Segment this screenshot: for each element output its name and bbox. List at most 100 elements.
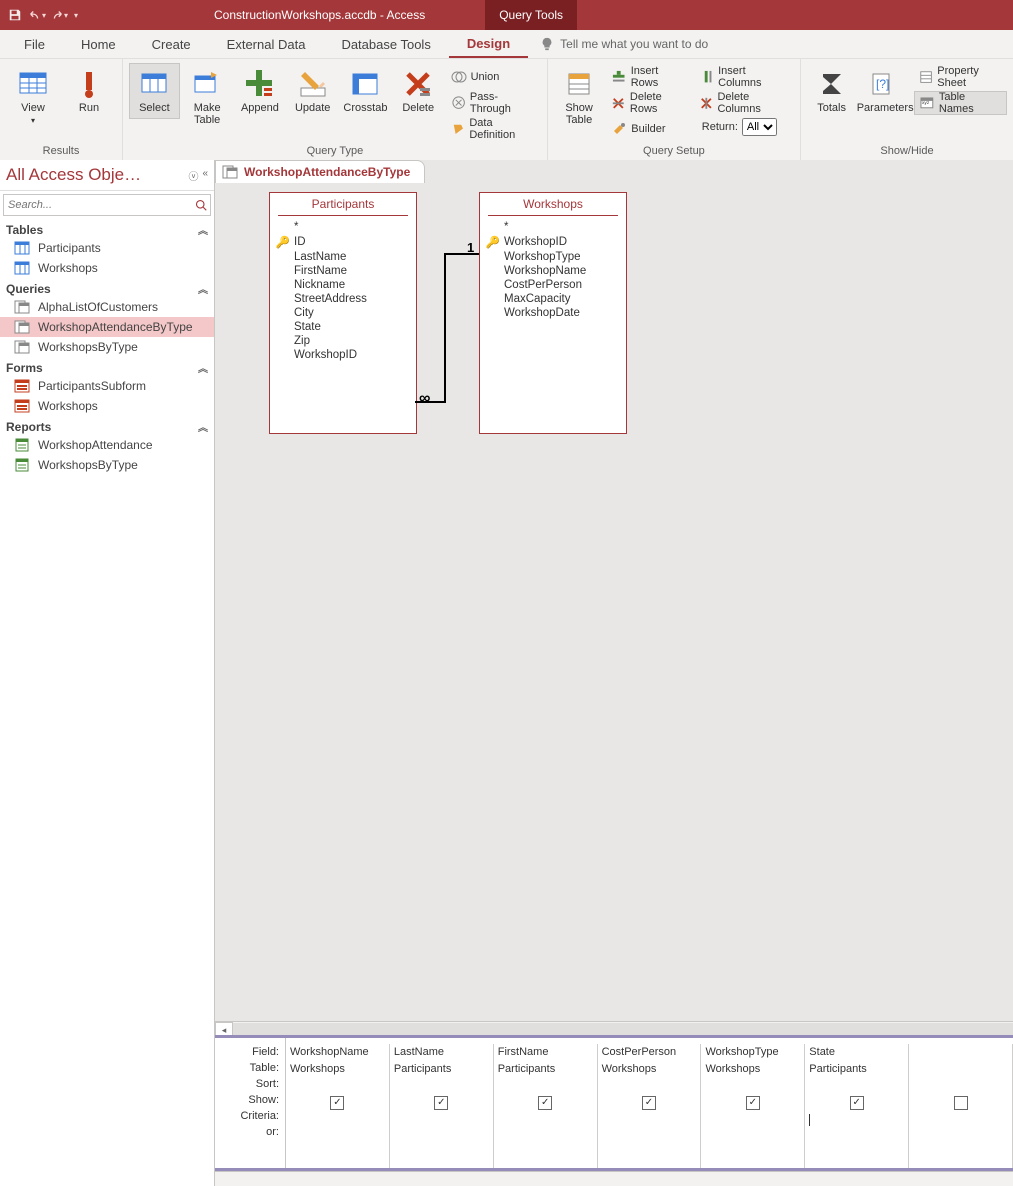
nav-form-participantssubform[interactable]: ParticipantsSubform xyxy=(0,376,214,396)
qbe-show[interactable]: ✓ xyxy=(598,1095,701,1112)
checkbox-checked-icon[interactable]: ✓ xyxy=(746,1096,760,1110)
qbe-col-3[interactable]: CostPerPerson Workshops ✓ xyxy=(598,1044,702,1168)
qbe-criteria[interactable] xyxy=(494,1112,597,1129)
run-button[interactable]: Run xyxy=(62,63,116,119)
save-icon[interactable] xyxy=(6,6,24,24)
field-id[interactable]: 🔑ID xyxy=(278,234,408,250)
qbe-field[interactable]: LastName xyxy=(390,1044,493,1061)
parameters-button[interactable]: [?] Parameters xyxy=(858,63,912,119)
field-star[interactable]: * xyxy=(278,220,408,234)
nav-query-alphalist[interactable]: AlphaListOfCustomers xyxy=(0,297,214,317)
qbe-show[interactable]: ✓ xyxy=(701,1095,804,1112)
field-state[interactable]: State xyxy=(278,320,408,334)
checkbox-checked-icon[interactable]: ✓ xyxy=(330,1096,344,1110)
qbe-col-4[interactable]: WorkshopType Workshops ✓ xyxy=(701,1044,805,1168)
query-design-surface[interactable]: Participants * 🔑ID LastName FirstName Ni… xyxy=(215,182,1013,1186)
table-names-button[interactable]: xyzTable Names xyxy=(914,91,1007,115)
field-zip[interactable]: Zip xyxy=(278,334,408,348)
qbe-table[interactable]: Workshops xyxy=(286,1061,389,1078)
qbe-table[interactable]: Workshops xyxy=(598,1061,701,1078)
qbe-col-0[interactable]: WorkshopName Workshops ✓ xyxy=(286,1044,390,1168)
qbe-field[interactable]: WorkshopName xyxy=(286,1044,389,1061)
builder-button[interactable]: Builder xyxy=(606,117,692,141)
union-button[interactable]: Union xyxy=(446,65,541,89)
qbe-criteria[interactable] xyxy=(598,1112,701,1129)
qbe-criteria[interactable] xyxy=(805,1112,908,1129)
table-box-workshops[interactable]: Workshops * 🔑WorkshopID WorkshopType Wor… xyxy=(479,192,627,434)
checkbox-checked-icon[interactable]: ✓ xyxy=(642,1096,656,1110)
checkbox-checked-icon[interactable]: ✓ xyxy=(538,1096,552,1110)
field-nickname[interactable]: Nickname xyxy=(278,278,408,292)
qbe-table[interactable]: Workshops xyxy=(701,1061,804,1078)
search-input[interactable] xyxy=(4,199,192,211)
qbe-or[interactable] xyxy=(494,1129,597,1146)
qat-customize-icon[interactable]: ▾ xyxy=(74,11,78,20)
qbe-or[interactable] xyxy=(805,1129,908,1146)
qbe-criteria[interactable] xyxy=(286,1112,389,1129)
qbe-table[interactable]: Participants xyxy=(390,1061,493,1078)
tab-design[interactable]: Design xyxy=(449,30,528,58)
document-tab[interactable]: WorkshopAttendanceByType xyxy=(215,160,425,183)
tab-home[interactable]: Home xyxy=(63,30,134,58)
nav-section-reports[interactable]: Reports︽ xyxy=(0,416,214,435)
return-control[interactable]: 10Return: All xyxy=(694,117,794,137)
delete-columns-button[interactable]: Delete Columns xyxy=(694,91,794,115)
qbe-table[interactable]: Participants xyxy=(494,1061,597,1078)
qbe-or[interactable] xyxy=(286,1129,389,1146)
contextual-tab-querytools[interactable]: Query Tools xyxy=(485,0,577,30)
qbe-col-5[interactable]: State Participants ✓ xyxy=(805,1044,909,1168)
qbe-show[interactable] xyxy=(909,1095,1012,1112)
nav-section-tables[interactable]: Tables︽ xyxy=(0,219,214,238)
field-workshoptype[interactable]: WorkshopType xyxy=(488,250,618,264)
field-city[interactable]: City xyxy=(278,306,408,320)
qbe-show[interactable]: ✓ xyxy=(805,1095,908,1112)
qbe-field[interactable]: CostPerPerson xyxy=(598,1044,701,1061)
field-star[interactable]: * xyxy=(488,220,618,234)
nav-form-workshops[interactable]: Workshops xyxy=(0,396,214,416)
nav-table-participants[interactable]: Participants xyxy=(0,238,214,258)
passthrough-button[interactable]: Pass-Through xyxy=(446,91,541,115)
tab-create[interactable]: Create xyxy=(134,30,209,58)
qbe-table[interactable]: Participants xyxy=(805,1061,908,1078)
field-workshopid[interactable]: WorkshopID xyxy=(278,348,408,362)
qbe-sort[interactable] xyxy=(598,1078,701,1095)
qbe-col-empty[interactable] xyxy=(909,1044,1013,1168)
checkbox-checked-icon[interactable]: ✓ xyxy=(434,1096,448,1110)
nav-report-workshopsbytype[interactable]: WorkshopsByType xyxy=(0,455,214,475)
qbe-show[interactable]: ✓ xyxy=(390,1095,493,1112)
insert-columns-button[interactable]: Insert Columns xyxy=(694,65,794,89)
qbe-field[interactable] xyxy=(909,1044,1012,1061)
tell-me-search[interactable]: Tell me what you want to do xyxy=(528,30,708,58)
delete-rows-button[interactable]: Delete Rows xyxy=(606,91,692,115)
nav-report-workshopattendance[interactable]: WorkshopAttendance xyxy=(0,435,214,455)
return-select[interactable]: All xyxy=(742,118,777,136)
qbe-or[interactable] xyxy=(390,1129,493,1146)
field-costperperson[interactable]: CostPerPerson xyxy=(488,278,618,292)
qbe-field[interactable]: FirstName xyxy=(494,1044,597,1061)
show-table-button[interactable]: Show Table xyxy=(554,63,604,131)
field-workshopdate[interactable]: WorkshopDate xyxy=(488,306,618,320)
make-table-button[interactable]: Make Table xyxy=(182,63,233,131)
qbe-table[interactable] xyxy=(909,1061,1012,1078)
nav-header[interactable]: All Access Obje… ⓥ« xyxy=(0,160,214,191)
qbe-show[interactable]: ✓ xyxy=(286,1095,389,1112)
qbe-or[interactable] xyxy=(598,1129,701,1146)
nav-dropdown-icon[interactable]: ⓥ xyxy=(188,168,198,183)
qbe-sort[interactable] xyxy=(701,1078,804,1095)
search-icon[interactable] xyxy=(192,199,210,211)
undo-icon[interactable]: ▾ xyxy=(28,6,46,24)
totals-button[interactable]: Totals xyxy=(807,63,856,119)
nav-section-queries[interactable]: Queries︽ xyxy=(0,278,214,297)
qbe-criteria[interactable] xyxy=(909,1112,1012,1129)
table-box-participants[interactable]: Participants * 🔑ID LastName FirstName Ni… xyxy=(269,192,417,434)
field-firstname[interactable]: FirstName xyxy=(278,264,408,278)
field-lastname[interactable]: LastName xyxy=(278,250,408,264)
field-maxcapacity[interactable]: MaxCapacity xyxy=(488,292,618,306)
checkbox-icon[interactable] xyxy=(954,1096,968,1110)
view-button[interactable]: View▾ xyxy=(6,63,60,132)
qbe-sort[interactable] xyxy=(286,1078,389,1095)
redo-icon[interactable]: ▾ xyxy=(50,6,68,24)
crosstab-button[interactable]: Crosstab xyxy=(340,63,391,119)
tab-file[interactable]: File xyxy=(6,30,63,58)
checkbox-checked-icon[interactable]: ✓ xyxy=(850,1096,864,1110)
